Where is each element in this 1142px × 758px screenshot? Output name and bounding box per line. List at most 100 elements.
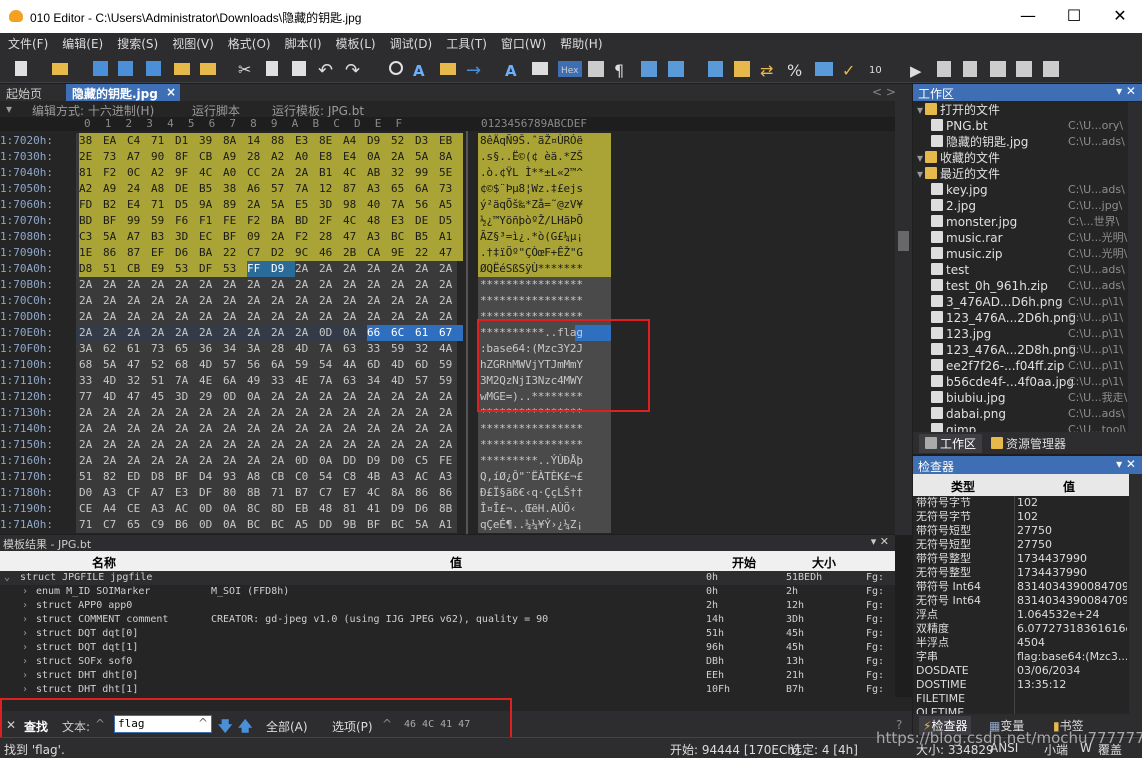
hex-byte[interactable]: EA bbox=[103, 133, 127, 149]
hex-byte[interactable]: C7 bbox=[319, 485, 343, 501]
inspector-value[interactable]: 1.064532e+24 bbox=[1017, 608, 1127, 622]
hex-byte[interactable]: 33 bbox=[271, 373, 295, 389]
hex-byte[interactable]: 47 bbox=[127, 357, 151, 373]
hex-byte[interactable]: 2A bbox=[103, 325, 127, 341]
hex-byte[interactable]: BC bbox=[271, 517, 295, 533]
ascii-row[interactable]: **********..flag bbox=[480, 325, 610, 341]
template-row[interactable]: › struct SOFx sof0 DBh 13h Fg: bbox=[0, 655, 895, 669]
hex-byte[interactable]: 2A bbox=[127, 405, 151, 421]
hex-byte[interactable]: 2A bbox=[223, 405, 247, 421]
tab-workspace[interactable]: 工作区 bbox=[919, 434, 983, 453]
hex-byte[interactable]: A7 bbox=[127, 229, 151, 245]
hex-byte[interactable]: 99 bbox=[127, 213, 151, 229]
inspector-row[interactable]: DOSTIME 13:35:12 bbox=[913, 678, 1129, 692]
chevron-down-icon[interactable]: ⌄ bbox=[4, 571, 10, 585]
hex-byte[interactable]: DD bbox=[319, 517, 343, 533]
workspace-file[interactable]: PNG.bt C:\U...ory\ bbox=[913, 118, 1128, 134]
hex-byte[interactable]: F2 bbox=[295, 229, 319, 245]
hex-byte[interactable]: 14 bbox=[247, 133, 271, 149]
hex-byte[interactable]: 53 bbox=[175, 261, 199, 277]
hex-byte[interactable]: 2A bbox=[319, 421, 343, 437]
workspace-group-open[interactable]: ▾ 打开的文件 bbox=[913, 102, 1128, 118]
hex-byte[interactable]: 5A bbox=[103, 357, 127, 373]
hex-byte[interactable]: 2A bbox=[391, 437, 415, 453]
hex-byte[interactable]: 6A bbox=[271, 357, 295, 373]
menu-format[interactable]: 格式(O) bbox=[220, 33, 277, 52]
hex-byte[interactable]: 2A bbox=[223, 453, 247, 469]
inspector-col-type[interactable]: 类型 bbox=[951, 478, 975, 495]
hex-byte[interactable]: 7A bbox=[319, 373, 343, 389]
hex-byte[interactable]: 71 bbox=[151, 197, 175, 213]
hex-byte[interactable]: B5 bbox=[415, 229, 439, 245]
hex-byte[interactable]: 2A bbox=[439, 389, 463, 405]
hex-byte[interactable]: 33 bbox=[79, 373, 103, 389]
hex-byte[interactable]: A2 bbox=[271, 149, 295, 165]
inspector-row[interactable]: FILETIME bbox=[913, 692, 1129, 706]
hex-byte[interactable]: AC bbox=[175, 501, 199, 517]
hex-byte[interactable]: DE bbox=[415, 213, 439, 229]
hex-byte[interactable]: C7 bbox=[103, 517, 127, 533]
hex-byte[interactable]: 2A bbox=[271, 389, 295, 405]
ascii-row[interactable]: :base64:(Mzc3Y2J bbox=[480, 341, 610, 357]
hex-byte[interactable]: 86 bbox=[103, 245, 127, 261]
hex-byte[interactable]: 32 bbox=[391, 165, 415, 181]
hex-byte[interactable]: 41 bbox=[367, 501, 391, 517]
hex-byte[interactable]: 28 bbox=[247, 149, 271, 165]
hex-byte[interactable]: 5A bbox=[415, 149, 439, 165]
hex-byte[interactable]: A1 bbox=[439, 229, 463, 245]
close-window-button[interactable]: ✕ bbox=[1097, 0, 1142, 33]
inspector-value[interactable]: 102 bbox=[1017, 496, 1127, 510]
hex-byte[interactable]: 2A bbox=[127, 453, 151, 469]
hex-byte[interactable]: D9 bbox=[367, 453, 391, 469]
hex-byte[interactable]: 9C bbox=[295, 245, 319, 261]
hex-byte[interactable]: 2A bbox=[223, 293, 247, 309]
hex-byte[interactable]: 24 bbox=[127, 181, 151, 197]
hex-byte[interactable]: 6D bbox=[367, 357, 391, 373]
hex-byte[interactable]: 53 bbox=[223, 261, 247, 277]
template-close-icon[interactable]: ▾ ✕ bbox=[871, 535, 889, 548]
inspector-value[interactable]: 4504 bbox=[1017, 636, 1127, 650]
workspace-file[interactable]: music.zip C:\U...光明\ bbox=[913, 246, 1128, 262]
col-start[interactable]: 开始 bbox=[732, 554, 756, 571]
hex-byte[interactable]: 2A bbox=[295, 437, 319, 453]
hex-byte[interactable]: 2A bbox=[247, 197, 271, 213]
find-type-chevron-icon[interactable]: ^ bbox=[95, 717, 105, 731]
hex-byte[interactable]: 2A bbox=[223, 325, 247, 341]
inspector-value[interactable]: 03/06/2034 bbox=[1017, 664, 1127, 678]
hex-byte[interactable]: D5 bbox=[439, 213, 463, 229]
inspector-close-icon[interactable]: ▾ ✕ bbox=[1116, 457, 1136, 471]
hex-byte[interactable]: 7A bbox=[391, 197, 415, 213]
hex-byte[interactable]: A2 bbox=[79, 181, 103, 197]
inspector-value[interactable]: 8314034390084709... bbox=[1017, 594, 1127, 608]
hex-byte[interactable]: C0 bbox=[295, 469, 319, 485]
hex-byte[interactable]: 2A bbox=[415, 293, 439, 309]
hex-byte[interactable]: 2A bbox=[271, 277, 295, 293]
hex-byte[interactable]: 29 bbox=[199, 389, 223, 405]
hex-byte[interactable]: BC bbox=[391, 229, 415, 245]
hex-byte[interactable]: 61 bbox=[127, 341, 151, 357]
hex-byte[interactable]: 12 bbox=[319, 181, 343, 197]
hex-byte[interactable]: C7 bbox=[247, 245, 271, 261]
hex-byte[interactable]: 2A bbox=[295, 165, 319, 181]
ascii-row[interactable]: **************** bbox=[480, 437, 610, 453]
hex-byte[interactable]: B7 bbox=[295, 485, 319, 501]
hex-byte[interactable]: 4A bbox=[343, 357, 367, 373]
hex-byte[interactable]: 0A bbox=[223, 501, 247, 517]
hex-byte[interactable]: 90 bbox=[151, 149, 175, 165]
hex-byte[interactable]: F1 bbox=[199, 213, 223, 229]
hex-byte[interactable]: 09 bbox=[247, 229, 271, 245]
hex-byte[interactable]: 56 bbox=[247, 357, 271, 373]
hex-byte[interactable]: 2A bbox=[247, 437, 271, 453]
menu-view[interactable]: 视图(V) bbox=[164, 33, 220, 52]
col-size[interactable]: 大小 bbox=[812, 554, 836, 571]
ascii-row[interactable]: .†‡ïÖº"ÇÒœF+ÊŽ"G bbox=[480, 245, 610, 261]
hex-byte[interactable]: 2A bbox=[271, 165, 295, 181]
hex-byte[interactable]: 2A bbox=[247, 309, 271, 325]
hex-byte[interactable]: 88 bbox=[271, 133, 295, 149]
hex-byte[interactable]: 8C bbox=[247, 501, 271, 517]
workspace-file[interactable]: biubiu.jpg C:\U...我走\ bbox=[913, 390, 1128, 406]
hex-byte[interactable]: 2A bbox=[247, 293, 271, 309]
hex-byte[interactable]: 2A bbox=[439, 421, 463, 437]
hex-byte[interactable]: BF bbox=[223, 229, 247, 245]
hex-byte[interactable]: A0 bbox=[295, 149, 319, 165]
